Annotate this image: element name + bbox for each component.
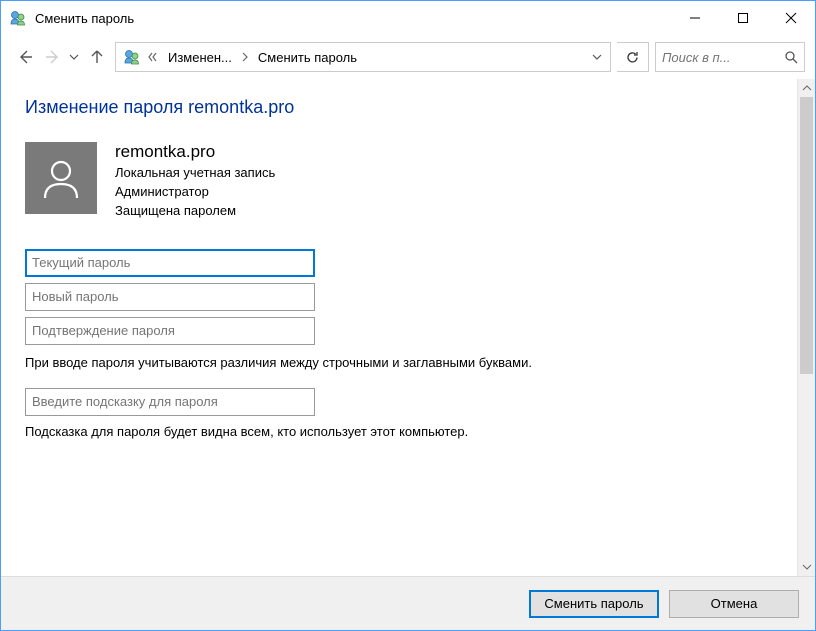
current-password-input[interactable] (25, 249, 315, 277)
back-button[interactable] (11, 43, 39, 71)
user-status: Защищена паролем (115, 202, 275, 221)
password-hint-input[interactable] (25, 388, 315, 416)
close-button[interactable] (767, 1, 815, 35)
search-box[interactable] (655, 42, 805, 72)
maximize-button[interactable] (719, 1, 767, 35)
window-frame: Сменить пароль (0, 0, 816, 631)
page-title: Изменение пароля remontka.pro (25, 97, 773, 118)
minimize-button[interactable] (671, 1, 719, 35)
search-input[interactable] (662, 50, 784, 65)
refresh-button[interactable] (617, 42, 649, 72)
breadcrumb-sep-icon[interactable] (238, 52, 252, 62)
cancel-button[interactable]: Отмена (669, 590, 799, 618)
password-fields (25, 249, 773, 345)
scroll-track[interactable] (798, 97, 815, 558)
content-wrap: Изменение пароля remontka.pro remontka.p… (1, 79, 815, 576)
address-bar[interactable]: Изменен... Сменить пароль (115, 42, 611, 72)
scroll-thumb[interactable] (800, 97, 813, 374)
navbar: Изменен... Сменить пароль (1, 35, 815, 79)
window-controls (671, 1, 815, 35)
address-dropdown-button[interactable] (584, 52, 610, 62)
breadcrumb-seg-2[interactable]: Сменить пароль (252, 50, 363, 65)
content-area: Изменение пароля remontka.pro remontka.p… (1, 79, 797, 576)
user-block: remontka.pro Локальная учетная запись Ад… (25, 142, 773, 221)
avatar (25, 142, 97, 214)
recent-locations-button[interactable] (65, 43, 83, 71)
scroll-up-button[interactable] (798, 79, 815, 97)
address-icon (120, 48, 144, 66)
breadcrumb-seg-1[interactable]: Изменен... (162, 50, 238, 65)
user-name: remontka.pro (115, 142, 275, 162)
titlebar: Сменить пароль (1, 1, 815, 35)
scrollbar[interactable] (797, 79, 815, 576)
confirm-password-input[interactable] (25, 317, 315, 345)
case-sensitivity-note: При вводе пароля учитываются различия ме… (25, 355, 773, 370)
new-password-input[interactable] (25, 283, 315, 311)
user-role: Администратор (115, 183, 275, 202)
footer: Сменить пароль Отмена (1, 576, 815, 630)
hint-visibility-note: Подсказка для пароля будет видна всем, к… (25, 424, 773, 439)
app-icon (9, 9, 27, 27)
user-account-type: Локальная учетная запись (115, 164, 275, 183)
search-icon (784, 50, 798, 64)
window-title: Сменить пароль (35, 11, 671, 26)
up-button[interactable] (83, 43, 111, 71)
breadcrumb-overflow-icon[interactable] (144, 52, 162, 62)
forward-button[interactable] (39, 43, 67, 71)
change-password-button[interactable]: Сменить пароль (529, 590, 659, 618)
user-info: remontka.pro Локальная учетная запись Ад… (115, 142, 275, 221)
scroll-down-button[interactable] (798, 558, 815, 576)
